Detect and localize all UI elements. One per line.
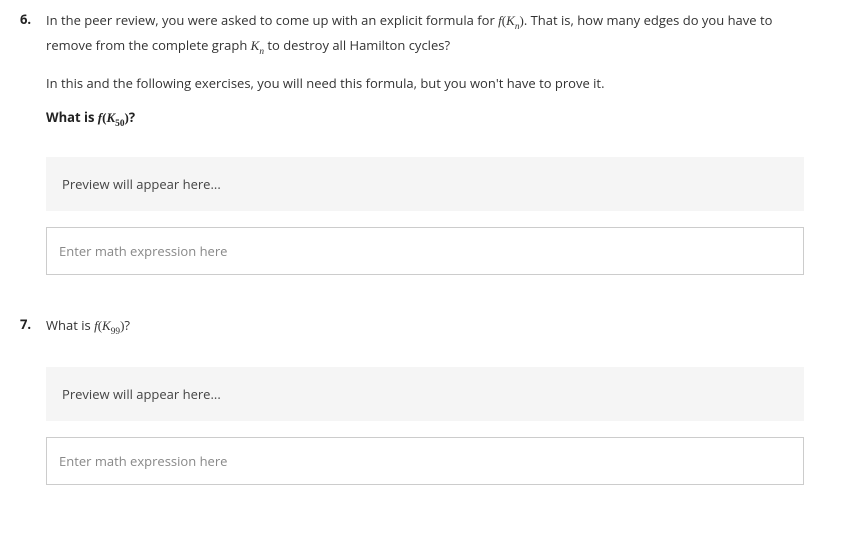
math-sub-99: 99 <box>111 327 120 337</box>
math-K: K <box>106 110 115 125</box>
math-sub-50: 50 <box>115 119 124 129</box>
prompt-pre: What is <box>46 316 94 334</box>
question-text: In the peer review, you were asked to co… <box>46 10 804 59</box>
question-number: 7. <box>20 315 46 486</box>
question-subtext: In this and the following exercises, you… <box>46 73 804 94</box>
math-K: K <box>506 13 515 28</box>
question-number: 6. <box>20 10 46 275</box>
text-fragment: to destroy all Hamilton cycles? <box>264 36 450 54</box>
question-6: 6. In the peer review, you were asked to… <box>20 10 804 275</box>
math-sub-n: n <box>259 47 264 57</box>
math-expression-input[interactable] <box>46 437 804 485</box>
question-body: In the peer review, you were asked to co… <box>46 10 804 275</box>
prompt-post: ? <box>124 316 130 334</box>
question-7: 7. What is f(K99)? Preview will appear h… <box>20 315 804 486</box>
question-prompt: What is f(K50)? <box>46 108 804 129</box>
math-expression-input[interactable] <box>46 227 804 275</box>
math-sub-n: n <box>515 22 520 32</box>
preview-box: Preview will appear here... <box>46 367 804 421</box>
preview-box: Preview will appear here... <box>46 157 804 211</box>
math-K: K <box>102 318 111 333</box>
text-fragment: In the peer review, you were asked to co… <box>46 11 498 29</box>
question-prompt: What is f(K99)? <box>46 315 804 340</box>
prompt-post: ? <box>129 108 135 126</box>
question-body: What is f(K99)? Preview will appear here… <box>46 315 804 486</box>
prompt-pre: What is <box>46 108 98 126</box>
